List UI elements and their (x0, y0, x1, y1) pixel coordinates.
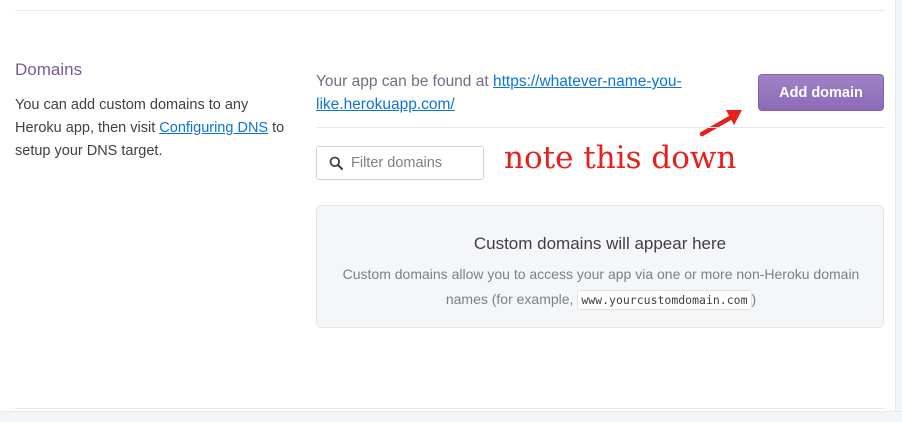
right-edge-gutter (895, 0, 902, 422)
bottom-edge-gutter (0, 411, 902, 422)
bottom-divider (15, 408, 885, 409)
top-divider (15, 10, 885, 11)
section-description: You can add custom domains to any Heroku… (15, 94, 285, 163)
empty-state-text-2: ) (751, 291, 757, 307)
app-url-line: Your app can be found at https://whateve… (316, 70, 736, 116)
filter-domains-field (316, 146, 484, 180)
empty-state-description: Custom domains allow you to access your … (337, 262, 865, 313)
arrow-annotation-icon (699, 110, 742, 137)
app-url-prefix: Your app can be found at (316, 73, 493, 90)
configuring-dns-link[interactable]: Configuring DNS (159, 120, 268, 136)
example-domain-code: www.yourcustomdomain.com (577, 290, 752, 310)
filter-domains-input[interactable] (351, 147, 479, 179)
note-annotation: note this down (504, 140, 737, 176)
page: Domains You can add custom domains to an… (0, 0, 902, 422)
empty-state-panel: Custom domains will appear here Custom d… (316, 205, 884, 328)
empty-state-title: Custom domains will appear here (473, 234, 727, 253)
add-domain-button[interactable]: Add domain (758, 74, 884, 111)
search-icon (329, 156, 343, 170)
header-divider (316, 127, 885, 128)
section-title: Domains (15, 60, 83, 79)
